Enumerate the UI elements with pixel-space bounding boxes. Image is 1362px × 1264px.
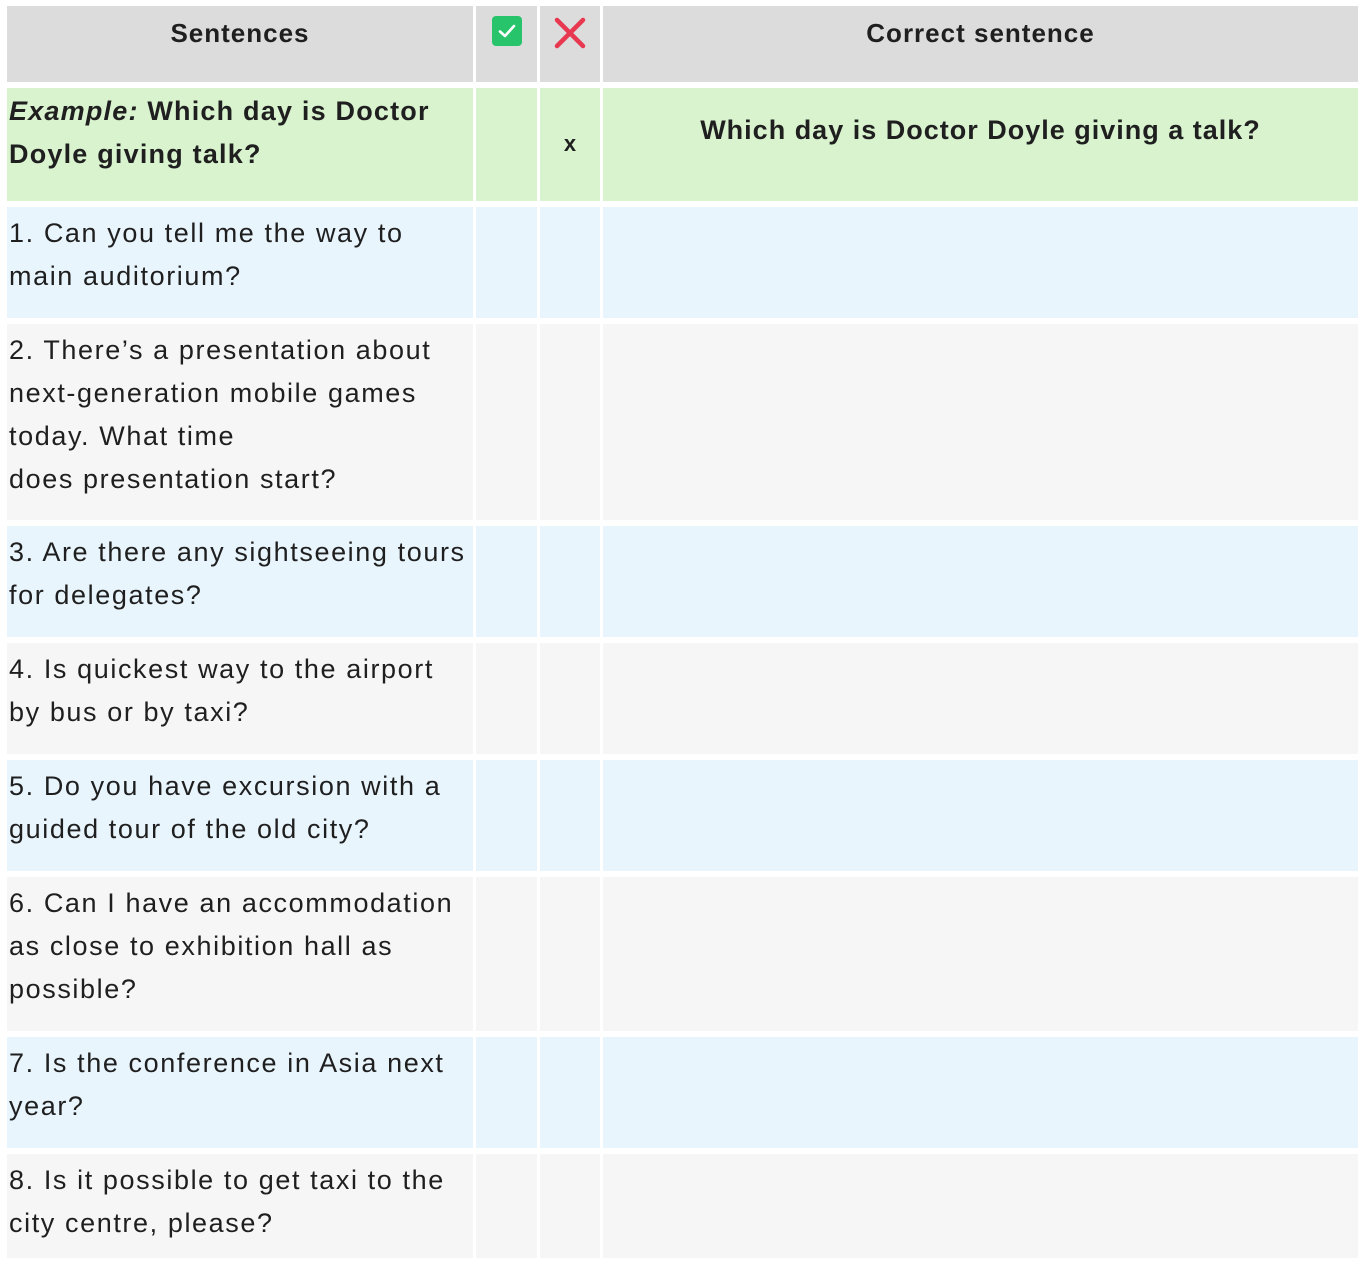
correct-sentence-cell[interactable] xyxy=(603,1037,1358,1148)
sentence-cell: 8. Is it possible to get taxi to the cit… xyxy=(7,1154,473,1258)
sentence-cell: 5. Do you have excursion with a guided t… xyxy=(7,760,473,871)
incorrect-mark-cell[interactable] xyxy=(540,760,600,871)
example-correct-cell xyxy=(476,88,537,201)
incorrect-mark-cell[interactable] xyxy=(540,1154,600,1258)
correct-mark-cell[interactable] xyxy=(476,760,537,871)
incorrect-mark-cell[interactable] xyxy=(540,877,600,1031)
incorrect-mark-cell[interactable] xyxy=(540,526,600,637)
incorrect-mark-cell[interactable] xyxy=(540,207,600,318)
correct-sentence-cell[interactable] xyxy=(603,760,1358,871)
correct-mark-cell[interactable] xyxy=(476,1154,537,1258)
sentences-header: Sentences xyxy=(7,6,473,82)
table-row: 3. Are there any sightseeing tours for d… xyxy=(7,526,1358,637)
correct-sentence-cell[interactable] xyxy=(603,877,1358,1031)
cross-icon xyxy=(554,17,586,49)
correct-mark-cell[interactable] xyxy=(476,1037,537,1148)
incorrect-mark-cell[interactable] xyxy=(540,643,600,754)
correct-mark-cell[interactable] xyxy=(476,643,537,754)
example-row: Example: Which day is Doctor Doyle givin… xyxy=(7,88,1358,201)
example-sentence-cell: Example: Which day is Doctor Doyle givin… xyxy=(7,88,473,201)
correct-sentence-cell[interactable] xyxy=(603,1154,1358,1258)
correct-sentence-cell[interactable] xyxy=(603,643,1358,754)
incorrect-mark-cell[interactable] xyxy=(540,1037,600,1148)
table-row: 4. Is quickest way to the airport by bus… xyxy=(7,643,1358,754)
example-incorrect-mark: x xyxy=(540,88,600,201)
example-label: Example: xyxy=(9,96,139,126)
sentence-cell: 6. Can I have an accommodation as close … xyxy=(7,877,473,1031)
correct-sentence-cell[interactable] xyxy=(603,324,1358,520)
check-box-icon xyxy=(491,16,522,46)
correct-mark-cell[interactable] xyxy=(476,324,537,520)
sentence-cell: 3. Are there any sightseeing tours for d… xyxy=(7,526,473,637)
table-row: 8. Is it possible to get taxi to the cit… xyxy=(7,1154,1358,1258)
table-row: 6. Can I have an accommodation as close … xyxy=(7,877,1358,1031)
exercise-table: Sentences Correct sentence Example: Whic… xyxy=(7,6,1358,1264)
correct-mark-cell[interactable] xyxy=(476,877,537,1031)
incorrect-header xyxy=(540,6,600,82)
sentence-cell: 1. Can you tell me the way to main audit… xyxy=(7,207,473,318)
table-row: 7. Is the conference in Asia next year? xyxy=(7,1037,1358,1148)
correct-mark-cell[interactable] xyxy=(476,526,537,637)
sentence-rows: 1. Can you tell me the way to main audit… xyxy=(7,207,1358,1258)
sentence-cell: 2. There’s a presentation about next-gen… xyxy=(7,324,473,520)
table-row: 1. Can you tell me the way to main audit… xyxy=(7,207,1358,318)
correct-sentence-cell[interactable] xyxy=(603,526,1358,637)
correct-mark-cell[interactable] xyxy=(476,207,537,318)
table-row: 2. There’s a presentation about next-gen… xyxy=(7,324,1358,520)
sentence-cell: 4. Is quickest way to the airport by bus… xyxy=(7,643,473,754)
table-row: 5. Do you have excursion with a guided t… xyxy=(7,760,1358,871)
example-correction: Which day is Doctor Doyle giving a talk? xyxy=(603,88,1358,201)
sentence-cell: 7. Is the conference in Asia next year? xyxy=(7,1037,473,1148)
correct-sentence-header: Correct sentence xyxy=(603,6,1358,82)
header-row: Sentences Correct sentence xyxy=(7,6,1358,82)
correct-header xyxy=(476,6,537,82)
incorrect-mark-cell[interactable] xyxy=(540,324,600,520)
correct-sentence-cell[interactable] xyxy=(603,207,1358,318)
